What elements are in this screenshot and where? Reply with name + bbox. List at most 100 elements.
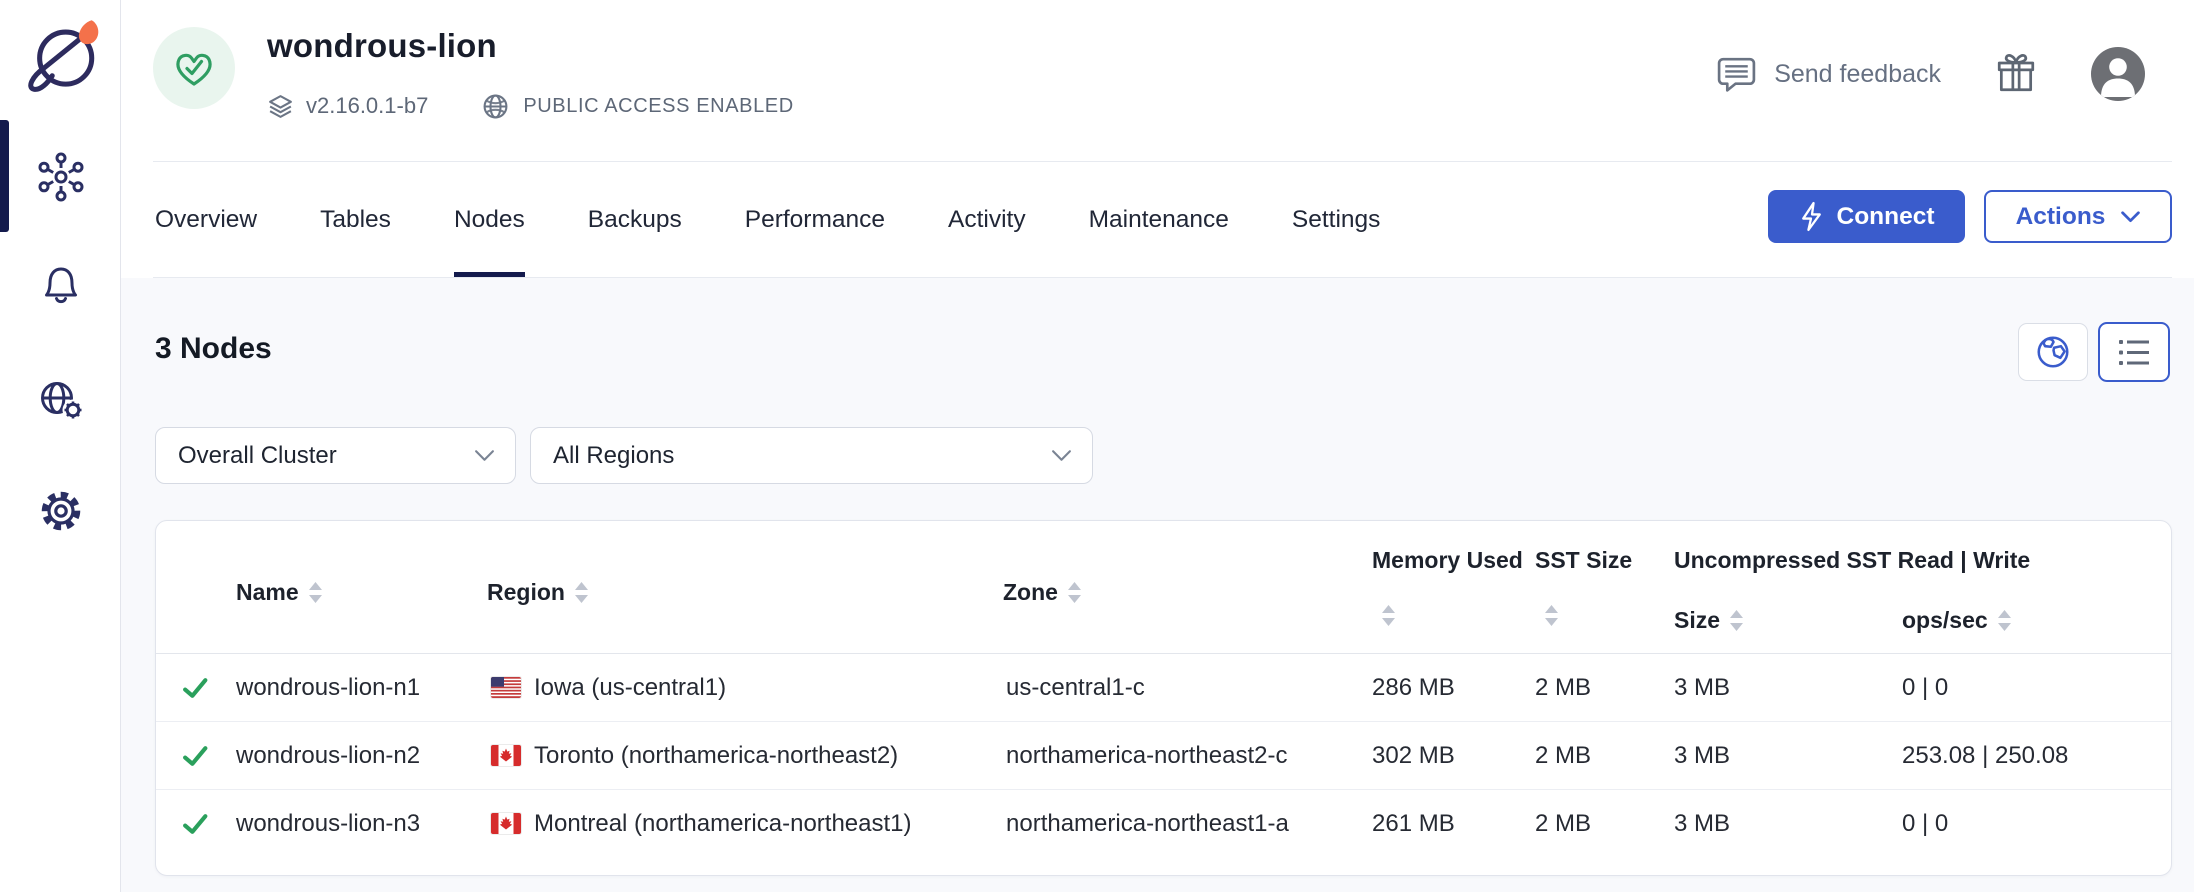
node-region: Montreal (northamerica-northeast1) — [491, 790, 912, 857]
cluster-scope-dropdown[interactable]: Overall Cluster — [155, 427, 516, 484]
column-header-sst-size[interactable]: SST Size — [1535, 547, 1632, 574]
sort-icon — [1730, 610, 1743, 631]
actions-button[interactable]: Actions — [1984, 190, 2172, 243]
node-memory: 286 MB — [1372, 654, 1455, 721]
sidebar — [0, 0, 121, 892]
sidebar-item-alerts[interactable] — [0, 255, 121, 313]
list-view-toggle-button[interactable] — [2098, 322, 2170, 382]
globe-gear-icon — [36, 377, 86, 423]
check-icon — [182, 722, 209, 789]
node-ops-sec: 0 | 0 — [1902, 654, 1948, 721]
node-sst-size: 2 MB — [1535, 790, 1591, 857]
tab-settings[interactable]: Settings — [1292, 162, 1381, 278]
tab-backups[interactable]: Backups — [588, 162, 682, 278]
region-filter-dropdown[interactable]: All Regions — [530, 427, 1093, 484]
nodes-content: 3 Nodes — [121, 278, 2194, 892]
gift-icon[interactable] — [1995, 52, 2037, 96]
sidebar-item-network-settings[interactable] — [0, 371, 121, 429]
column-header-uncompressed-size[interactable]: Size — [1674, 607, 1743, 634]
cluster-header: wondrous-lion v2.16.0.1-b7 — [121, 0, 2194, 162]
tab-maintenance[interactable]: Maintenance — [1089, 162, 1229, 278]
tabbar: Overview Tables Nodes Backups Performanc… — [121, 162, 2194, 278]
sort-icon — [1998, 610, 2011, 631]
node-memory: 302 MB — [1372, 722, 1455, 789]
table-row[interactable]: wondrous-lion-n1 Iowa (us-central1) us-c… — [156, 654, 2171, 721]
tab-overview[interactable]: Overview — [155, 162, 257, 278]
actions-label: Actions — [2016, 203, 2106, 231]
node-zone: northamerica-northeast1-a — [1006, 790, 1289, 857]
column-label: Name — [236, 579, 299, 606]
check-icon — [182, 790, 209, 857]
app-logo-planet-icon[interactable] — [22, 16, 106, 96]
column-header-ops-sec[interactable]: ops/sec — [1902, 607, 2011, 634]
tab-tables[interactable]: Tables — [320, 162, 391, 278]
region-label: Iowa (us-central1) — [534, 674, 726, 702]
tabs: Overview Tables Nodes Backups Performanc… — [155, 162, 1380, 278]
column-label: Region — [487, 579, 565, 606]
cluster-meta: v2.16.0.1-b7 PUBLIC ACCESS ENABLED — [267, 90, 794, 122]
column-header-region[interactable]: Region — [487, 579, 588, 606]
page-title: wondrous-lion — [267, 27, 497, 65]
map-globe-icon — [2034, 333, 2072, 371]
node-ops-sec: 253.08 | 250.08 — [1902, 722, 2068, 789]
table-row[interactable]: wondrous-lion-n2 Toronto (northamerica-n… — [156, 721, 2171, 789]
avatar[interactable] — [2091, 47, 2145, 101]
globe-icon — [482, 93, 509, 120]
node-zone: northamerica-northeast2-c — [1006, 722, 1287, 789]
column-label: Size — [1674, 607, 1720, 634]
table-header: Name Region Zone Memory Used SST Size — [156, 521, 2171, 654]
send-feedback-button[interactable]: Send feedback — [1715, 55, 1941, 93]
sidebar-item-clusters[interactable] — [0, 148, 121, 206]
bell-icon — [38, 261, 84, 307]
connect-label: Connect — [1837, 203, 1935, 231]
nodes-table-card: Name Region Zone Memory Used SST Size — [155, 520, 2172, 876]
chat-bubble-icon — [1715, 55, 1758, 93]
column-header-name[interactable]: Name — [236, 579, 322, 606]
header-actions: Send feedback — [1715, 44, 2145, 104]
check-icon — [182, 654, 209, 721]
cluster-network-icon — [36, 152, 86, 202]
tab-performance[interactable]: Performance — [745, 162, 885, 278]
main-area: wondrous-lion v2.16.0.1-b7 — [121, 0, 2194, 892]
connect-button[interactable]: Connect — [1768, 190, 1965, 243]
sort-icon — [309, 582, 322, 603]
node-ops-sec: 0 | 0 — [1902, 790, 1948, 857]
chevron-down-icon — [474, 449, 495, 462]
column-header-uncompressed: Uncompressed SST Read | Write — [1674, 547, 2030, 574]
node-region: Iowa (us-central1) — [491, 654, 726, 721]
tab-activity[interactable]: Activity — [948, 162, 1026, 278]
node-memory: 261 MB — [1372, 790, 1455, 857]
gear-icon — [37, 487, 85, 535]
node-region: Toronto (northamerica-northeast2) — [491, 722, 898, 789]
table-row[interactable]: wondrous-lion-n3 Montreal (northamerica-… — [156, 789, 2171, 857]
sort-icon[interactable] — [1545, 605, 1558, 626]
column-label: Memory Used — [1372, 547, 1523, 574]
sidebar-item-settings[interactable] — [0, 482, 121, 540]
tab-nodes[interactable]: Nodes — [454, 162, 525, 278]
heart-check-icon — [172, 48, 216, 89]
chevron-down-icon — [1051, 449, 1072, 462]
layers-icon — [267, 93, 294, 120]
column-header-memory[interactable]: Memory Used — [1372, 547, 1523, 574]
cluster-scope-value: Overall Cluster — [178, 442, 337, 470]
column-label: SST Size — [1535, 547, 1632, 574]
send-feedback-label: Send feedback — [1774, 60, 1941, 89]
column-label: ops/sec — [1902, 607, 1988, 634]
access-label: PUBLIC ACCESS ENABLED — [523, 95, 793, 118]
node-uncompressed-size: 3 MB — [1674, 790, 1730, 857]
lightning-bolt-icon — [1799, 201, 1824, 232]
nodes-count-heading: 3 Nodes — [155, 332, 272, 366]
region-label: Toronto (northamerica-northeast2) — [534, 742, 898, 770]
chevron-down-icon — [2121, 211, 2140, 223]
region-filter-value: All Regions — [553, 442, 674, 470]
node-name: wondrous-lion-n2 — [236, 722, 420, 789]
node-name: wondrous-lion-n1 — [236, 654, 420, 721]
map-view-toggle-button[interactable] — [2018, 323, 2088, 381]
node-uncompressed-size: 3 MB — [1674, 722, 1730, 789]
column-header-zone[interactable]: Zone — [1003, 579, 1081, 606]
version-info: v2.16.0.1-b7 — [267, 93, 428, 120]
node-filters: Overall Cluster All Regions — [155, 427, 1093, 484]
sort-icon[interactable] — [1382, 605, 1395, 626]
node-name: wondrous-lion-n3 — [236, 790, 420, 857]
node-uncompressed-size: 3 MB — [1674, 654, 1730, 721]
